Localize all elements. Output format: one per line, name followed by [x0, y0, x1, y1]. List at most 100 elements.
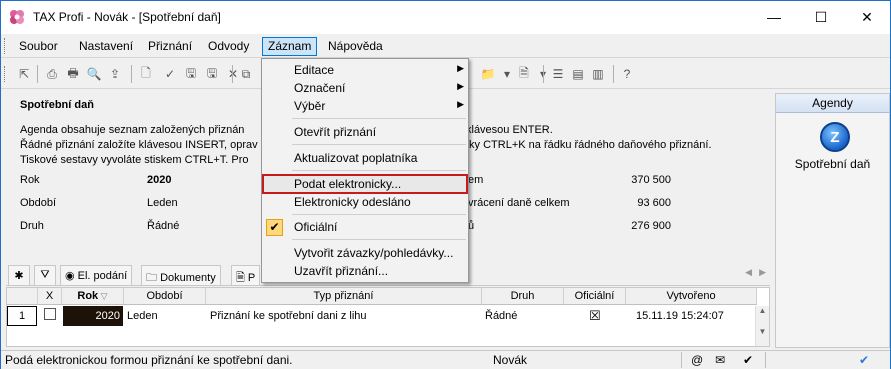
cell-vytvoreno[interactable]: 15.11.19 15:24:07 — [636, 306, 724, 326]
tab-label: P — [247, 272, 256, 284]
menu-item-label: Elektronicky odesláno — [294, 195, 411, 209]
col-header-rok[interactable]: Rok ▽ — [62, 288, 124, 305]
col-header-oficialni[interactable]: Oficiální — [564, 288, 626, 305]
form-icon[interactable]: ▥ — [589, 65, 607, 83]
cell-typ[interactable]: Přiznání ke spotřební dani z lihu — [210, 306, 367, 326]
help-pointer-icon[interactable]: ? — [618, 65, 636, 83]
menu-item-editace[interactable]: Editace ▶ — [262, 61, 468, 80]
new-document-icon[interactable]: 🗋 — [137, 65, 155, 83]
minimize-button[interactable]: — — [751, 1, 797, 33]
cell-druh[interactable]: Řádné — [485, 306, 517, 326]
menu-item-elektronicky-odeslano[interactable]: Elektronicky odesláno — [262, 193, 468, 212]
row-number[interactable]: 1 — [7, 306, 37, 326]
info-desc-line: Tiskové sestavy vyvoláte stiskem CTRL+T.… — [20, 154, 249, 166]
export-icon[interactable]: ⇪ — [106, 65, 124, 83]
field-value-right: 370 500 — [631, 174, 671, 186]
submenu-arrow-icon: ▶ — [457, 81, 464, 91]
menu-odvody[interactable]: Odvody — [202, 37, 255, 56]
filter-icon[interactable]: ⛛ — [34, 265, 56, 285]
tab-p[interactable]: 🗎 P — [231, 265, 261, 285]
cell-rok[interactable]: 2020 — [63, 306, 123, 326]
table-icon[interactable]: ▤ — [569, 65, 587, 83]
menu-item-oznaceni[interactable]: Označení ▶ — [262, 79, 468, 98]
agenda-panel: Agendy Z Spotřební daň — [775, 93, 890, 348]
row-header-corner — [7, 288, 38, 305]
maximize-icon: ☐ — [814, 8, 828, 25]
tab-label: El. podání — [77, 270, 128, 282]
info-desc-line: Agenda obsahuje seznam založených přizná… — [20, 124, 245, 136]
scroll-up-icon[interactable]: ▲ — [756, 306, 769, 315]
close-icon: ✕ — [861, 8, 873, 25]
menu-nastaveni[interactable]: Nastavení — [73, 37, 139, 56]
folder-icon[interactable]: 📁 — [479, 65, 497, 83]
menubar-grip — [4, 38, 7, 54]
menu-separator — [292, 239, 466, 240]
vertical-scrollbar[interactable]: ▲ ▼ — [755, 306, 769, 346]
menu-separator — [292, 214, 466, 215]
field-label-obdobi: Období — [20, 197, 57, 209]
col-header-druh[interactable]: Druh — [482, 288, 564, 305]
col-header-typ[interactable]: Typ přiznání — [206, 288, 482, 305]
toolbar-separator — [543, 65, 544, 83]
menu-item-otevrit-priznani[interactable]: Otevřít přiznání — [262, 123, 468, 142]
menu-item-vyber[interactable]: Výběr ▶ — [262, 97, 468, 116]
close-button[interactable]: ✕ — [844, 1, 890, 33]
at-icon[interactable]: @ — [691, 353, 703, 367]
col-header-obdobi[interactable]: Období — [124, 288, 206, 305]
epodani-icon: ◉ — [65, 270, 78, 282]
tab-el-podani[interactable]: ◉ El. podání — [60, 265, 133, 285]
row-checkbox[interactable] — [44, 308, 56, 320]
tax-agenda-icon[interactable]: Z — [820, 122, 850, 152]
menu-item-oficialni[interactable]: ✔ Oficiální — [262, 218, 468, 237]
toolbar-separator — [37, 65, 38, 83]
menu-item-label: Aktualizovat poplatníka — [294, 151, 418, 165]
copy-icon[interactable]: ⧉ — [237, 65, 255, 83]
preview-icon[interactable]: ⎙ — [43, 65, 61, 83]
field-value-druh: Řádné — [147, 220, 180, 232]
exit-icon[interactable]: ⇱ — [15, 65, 33, 83]
menu-separator — [292, 170, 466, 171]
menu-item-vytvorit-zavazky[interactable]: Vytvořit závazky/pohledávky... — [262, 244, 468, 263]
document-icon[interactable]: 🗎 — [515, 65, 533, 83]
menu-zaznam[interactable]: Záznam — [262, 37, 318, 56]
menu-item-label: Otevřít přiznání — [294, 125, 377, 139]
cell-oficialni-checkbox[interactable]: ☒ — [589, 306, 601, 326]
field-label-right: vrácení daně celkem — [468, 197, 570, 209]
agenda-item-label[interactable]: Spotřební daň — [776, 157, 889, 171]
menu-priznani[interactable]: Přiznání — [142, 37, 198, 56]
mail-icon[interactable]: ✉ — [715, 353, 725, 367]
list-icon[interactable]: ☰ — [549, 65, 567, 83]
toolbar-separator — [613, 65, 614, 83]
menu-item-uzavrit-priznani[interactable]: Uzavřít přiznání... — [262, 262, 468, 281]
col-header-vytvoreno[interactable]: Vytvořeno — [626, 288, 757, 305]
cell-obdobi[interactable]: Leden — [127, 306, 158, 326]
scroll-down-icon[interactable]: ▼ — [756, 327, 769, 336]
tab-scroll-right-icon[interactable]: ▶ — [759, 267, 766, 278]
field-label-rok: Rok — [20, 174, 40, 186]
search-print-icon[interactable]: 🔍 — [85, 65, 103, 83]
tab-scroll-left-icon[interactable]: ◀ — [745, 267, 752, 278]
toolbar-separator — [232, 65, 233, 83]
zaznam-dropdown-menu: Editace ▶ Označení ▶ Výběr ▶ Otevřít při… — [261, 58, 469, 283]
folder-icon: 🗀 — [146, 272, 161, 284]
field-value-right: 93 600 — [637, 197, 671, 209]
menu-napoveda[interactable]: Nápověda — [322, 37, 389, 56]
field-value-right: 276 900 — [631, 220, 671, 232]
menu-item-aktualizovat-poplatnika[interactable]: Aktualizovat poplatníka — [262, 149, 468, 168]
menu-soubor[interactable]: Soubor — [13, 37, 64, 56]
check-icon[interactable]: ✔ — [743, 353, 753, 367]
menu-item-podat-elektronicky[interactable]: Podat elektronicky... — [262, 174, 468, 194]
asterisk-tab[interactable]: ✱ — [8, 265, 30, 285]
minimize-icon: — — [767, 9, 781, 25]
folder-dropdown-icon[interactable]: ▾ — [498, 65, 516, 83]
save-as-icon[interactable]: 🖫 — [203, 65, 221, 83]
save-icon[interactable]: 🖫 — [182, 65, 200, 83]
print-icon[interactable]: 🖶 — [64, 65, 82, 83]
tab-dokumenty[interactable]: 🗀 Dokumenty — [141, 265, 221, 285]
info-description: Agenda obsahuje seznam založených přizná… — [20, 123, 258, 168]
status-message: Podá elektronickou formou přiznání ke sp… — [5, 353, 293, 367]
records-grid: X Rok ▽ Období Typ přiznání Druh Oficiál… — [6, 287, 770, 347]
col-header-x[interactable]: X — [38, 288, 62, 305]
confirm-icon[interactable]: ✓ — [161, 65, 179, 83]
maximize-button[interactable]: ☐ — [798, 1, 844, 33]
